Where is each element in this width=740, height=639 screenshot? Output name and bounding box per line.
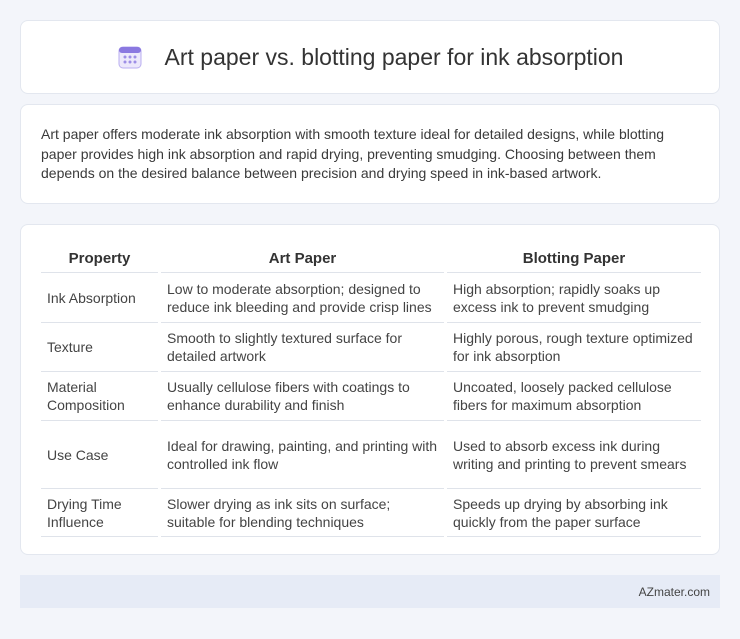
blotting-paper-cell: High absorption; rapidly soaks up excess… [447,273,701,323]
table-header-row: Property Art Paper Blotting Paper [41,245,701,273]
column-header-art-paper: Art Paper [161,245,444,273]
property-cell: Use Case [41,421,158,489]
footer: AZmater.com [20,575,720,608]
column-header-property: Property [41,245,158,273]
table-row: Use Case Ideal for drawing, painting, an… [41,421,701,489]
calendar-icon [117,44,143,70]
table-row: Texture Smooth to slightly textured surf… [41,323,701,372]
comparison-card: Property Art Paper Blotting Paper Ink Ab… [20,224,720,555]
property-cell: Ink Absorption [41,273,158,323]
intro-paragraph: Art paper offers moderate ink absorption… [41,126,665,181]
property-cell: Material Composition [41,372,158,421]
table-row: Ink Absorption Low to moderate absorptio… [41,273,701,323]
comparison-table: Property Art Paper Blotting Paper Ink Ab… [38,245,704,537]
title-card: Art paper vs. blotting paper for ink abs… [20,20,720,94]
footer-source-text: AZmater.com [638,584,710,599]
art-paper-cell: Low to moderate absorption; designed to … [161,273,444,323]
art-paper-cell: Usually cellulose fibers with coatings t… [161,372,444,421]
intro-card: Art paper offers moderate ink absorption… [20,104,720,204]
property-cell: Drying Time Influence [41,489,158,537]
art-paper-cell: Ideal for drawing, painting, and printin… [161,421,444,489]
table-row: Material Composition Usually cellulose f… [41,372,701,421]
blotting-paper-cell: Highly porous, rough texture optimized f… [447,323,701,372]
blotting-paper-cell: Uncoated, loosely packed cellulose fiber… [447,372,701,421]
property-cell: Texture [41,323,158,372]
art-paper-cell: Slower drying as ink sits on surface; su… [161,489,444,537]
page-title: Art paper vs. blotting paper for ink abs… [164,43,624,70]
blotting-paper-cell: Speeds up drying by absorbing ink quickl… [447,489,701,537]
column-header-blotting-paper: Blotting Paper [447,245,701,273]
table-row: Drying Time Influence Slower drying as i… [41,489,701,537]
art-paper-cell: Smooth to slightly textured surface for … [161,323,444,372]
blotting-paper-cell: Used to absorb excess ink during writing… [447,421,701,489]
